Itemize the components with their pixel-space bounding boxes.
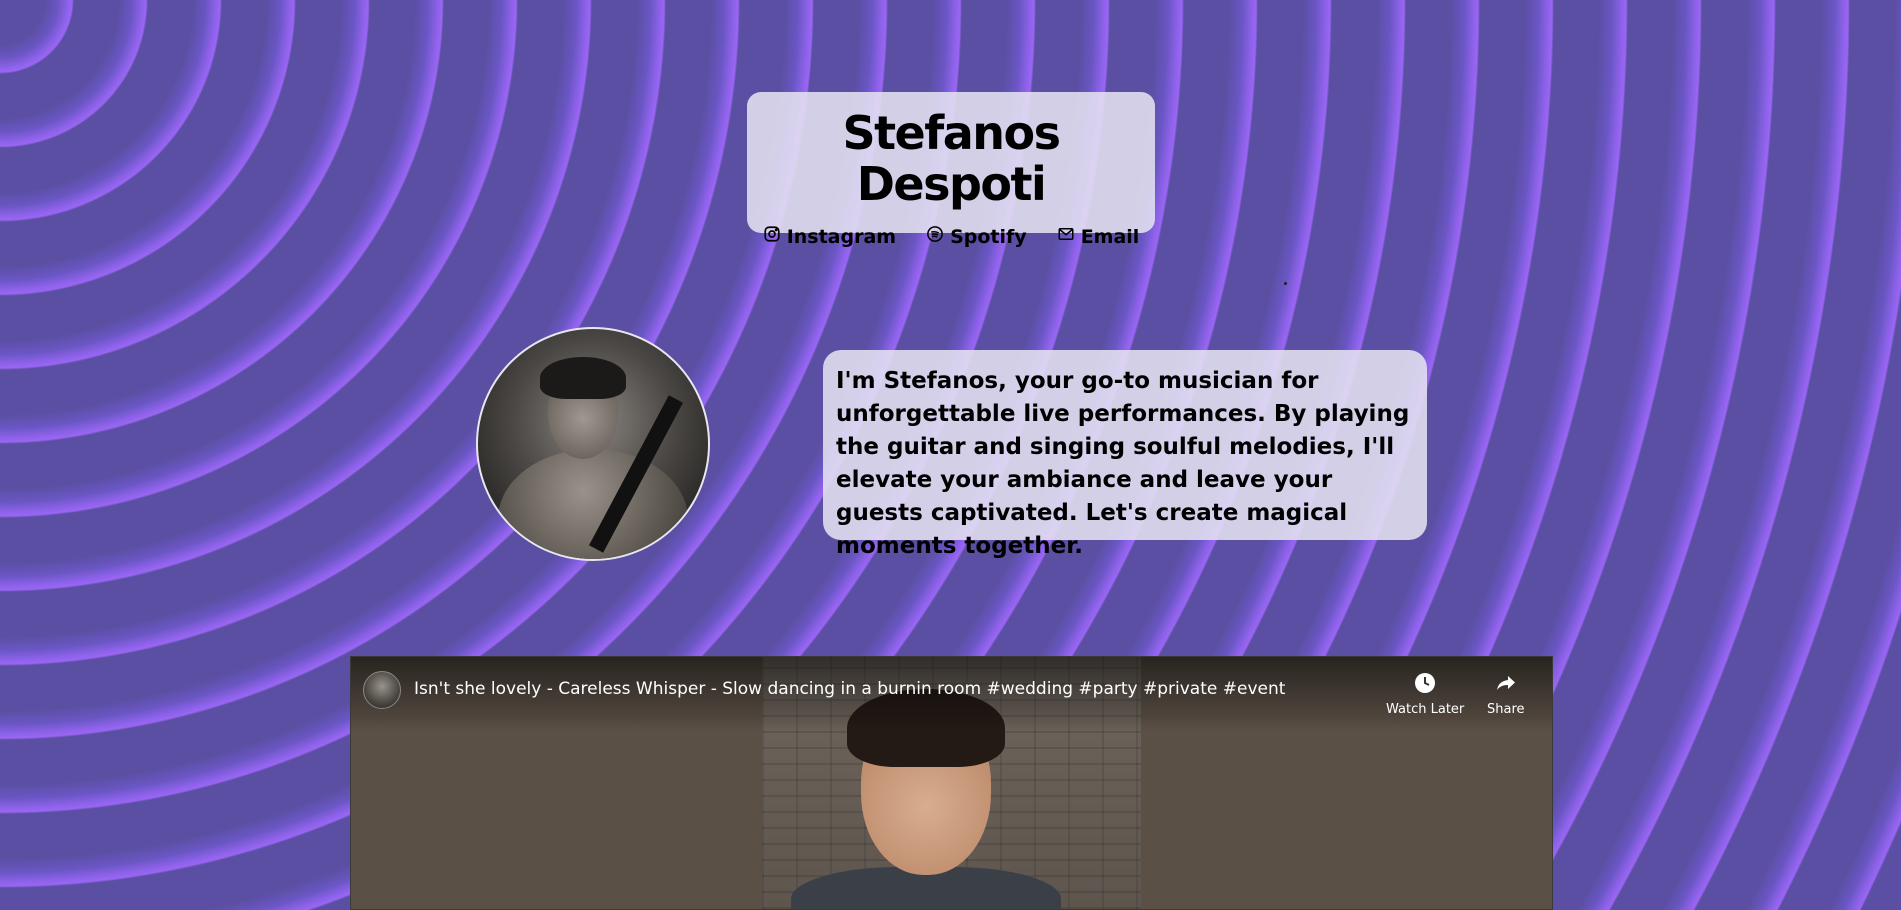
channel-avatar[interactable] bbox=[363, 671, 401, 709]
bio-text: I'm Stefanos, your go-to musician for un… bbox=[836, 368, 1410, 559]
watch-later-label: Watch Later bbox=[1386, 702, 1465, 717]
video-player[interactable]: Isn't she lovely - Careless Whisper - Sl… bbox=[350, 656, 1553, 910]
instagram-label: Instagram bbox=[786, 225, 897, 248]
clock-icon bbox=[1413, 671, 1437, 702]
share-label: Share bbox=[1487, 702, 1525, 717]
stray-dot bbox=[1284, 282, 1287, 285]
social-links: Instagram Spotify Email bbox=[747, 225, 1155, 248]
share-icon bbox=[1494, 671, 1518, 702]
video-title[interactable]: Isn't she lovely - Careless Whisper - Sl… bbox=[414, 679, 1285, 699]
email-link[interactable]: Email bbox=[1057, 225, 1140, 248]
header-card: Stefanos Despoti Instagram Spotify Email bbox=[747, 92, 1155, 248]
instagram-link[interactable]: Instagram bbox=[763, 225, 896, 248]
watch-later-button[interactable]: Watch Later bbox=[1386, 671, 1464, 717]
email-label: Email bbox=[1080, 225, 1140, 248]
site-title: Stefanos Despoti bbox=[842, 106, 1061, 211]
profile-photo bbox=[476, 327, 710, 561]
bio-card: I'm Stefanos, your go-to musician for un… bbox=[823, 350, 1427, 559]
spotify-icon bbox=[926, 225, 944, 248]
instagram-icon bbox=[763, 225, 781, 248]
spotify-link[interactable]: Spotify bbox=[926, 225, 1027, 248]
share-button[interactable]: Share bbox=[1487, 671, 1525, 717]
spotify-label: Spotify bbox=[950, 225, 1027, 248]
mail-icon bbox=[1057, 225, 1075, 248]
